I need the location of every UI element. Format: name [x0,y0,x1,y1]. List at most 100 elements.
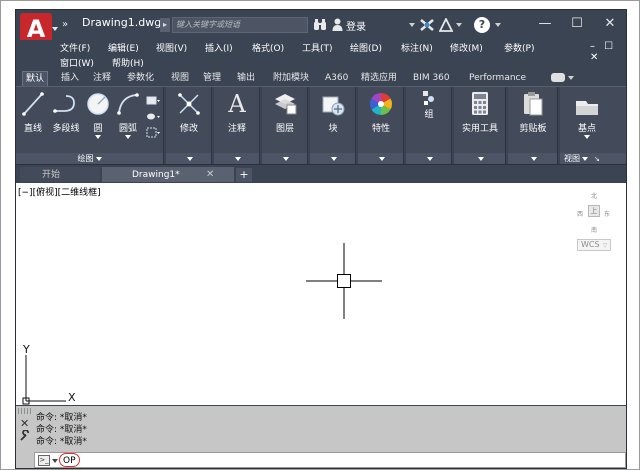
tab-annotate[interactable]: 注释 [90,71,114,86]
arc-tool[interactable]: 圆弧 [114,89,142,139]
user-icon[interactable] [332,18,343,31]
draw-panel: 直线 多段线 圆 圆弧 绘图 [16,87,164,165]
base-point-tool[interactable]: 基点 [568,89,606,139]
viewport-controls[interactable]: [−][俯视][二维线框] [18,185,101,198]
block-tool-label: 块 [328,124,338,134]
menu-window[interactable]: 窗口(W) [60,56,94,69]
clipboard-tool[interactable]: 剪贴板 [510,89,556,139]
chevron-down-icon[interactable] [495,23,501,27]
document-title: Drawing1.dwg [82,16,162,29]
tab-home[interactable]: 默认 [22,71,49,86]
help-icon[interactable]: ? [474,17,490,33]
chevron-down-icon[interactable] [568,76,574,80]
clipboard-panel: 剪贴板 [508,87,558,165]
viewcube-top[interactable]: 上 [588,205,600,217]
menu-dimension[interactable]: 标注(N) [401,41,433,54]
viewcube-east[interactable]: 东 [604,209,610,218]
menu-parametric[interactable]: 参数(P) [504,41,534,54]
polyline-icon [53,95,75,113]
hatch-tool[interactable] [146,107,160,120]
search-input[interactable]: 键入关键字或短语 [172,17,308,33]
layers-tool[interactable]: 图层 [266,89,304,139]
circle-tool[interactable]: 圆 [84,89,112,139]
dialog-launcher-icon[interactable]: ↘ [594,155,600,163]
tab-performance[interactable]: Performance [466,71,529,86]
chevron-down-icon [426,156,433,161]
menu-file[interactable]: 文件(F) [60,41,90,54]
menu-format[interactable]: 格式(O) [252,41,284,54]
search-expand-icon[interactable]: ▸ [160,18,170,32]
block-tool[interactable]: 块 [314,89,352,139]
title-bar: A » Drawing1.dwg ▸ 键入关键字或短语 登录 ? — ☐ ✕ [16,10,626,47]
menu-bar: 文件(F) 编辑(E) 视图(V) 插入(I) 格式(O) 工具(T) 绘图(D… [16,40,626,70]
tab-a360[interactable]: A360 [322,71,351,86]
group-tool[interactable]: 组 [410,89,448,139]
chevron-down-icon[interactable] [52,459,58,463]
login-link[interactable]: 登录 [346,18,366,33]
menu-insert[interactable]: 插入(I) [205,41,233,54]
tab-drawing1[interactable]: Drawing1* ✕ [102,167,234,183]
wrench-icon[interactable] [19,430,31,442]
binoculars-icon[interactable] [313,18,327,31]
menu-help[interactable]: 帮助(H) [112,56,144,69]
gradient-tool[interactable] [146,123,160,138]
minimize-button[interactable]: — [530,13,560,35]
annotation-panel: A 注释 [214,87,260,165]
menu-view[interactable]: 视图(V) [156,41,187,54]
file-tab-bar: 开始 Drawing1* ✕ + [16,164,626,183]
command-prompt-icon[interactable]: >_ [38,455,50,466]
ribbon-options-icon[interactable] [551,73,565,82]
tab-bim360[interactable]: BIM 360 [410,71,453,86]
document-window-controls[interactable]: – ☐ ✕ [590,41,626,63]
chevron-down-icon[interactable] [125,135,131,139]
drawing-canvas[interactable]: [−][俯视][二维线框] 北 西 上 东 南 WCS ▽ Y X [16,182,626,405]
line-tool[interactable]: 直线 [18,89,48,139]
hatch-icon [147,113,160,120]
tab-view[interactable]: 视图 [168,71,192,86]
chevron-down-icon[interactable] [456,23,462,27]
tab-manage[interactable]: 管理 [200,71,224,86]
chevron-down-icon[interactable] [584,135,590,139]
group-icon [423,91,434,105]
a360-icon[interactable] [439,18,453,32]
polyline-tool-label: 多段线 [52,124,80,134]
command-input[interactable]: >_ OP [34,452,626,468]
tab-output[interactable]: 输出 [234,71,258,86]
viewcube[interactable]: 北 西 上 东 南 WCS ▽ [564,189,624,259]
maximize-button[interactable]: ☐ [562,13,592,35]
wcs-menu-button[interactable]: WCS ▽ [577,239,611,251]
menu-tools[interactable]: 工具(T) [302,41,333,54]
viewcube-west[interactable]: 西 [577,209,583,218]
tab-addins[interactable]: 附加模块 [270,71,312,86]
draw-panel-title: 绘图 [77,154,94,163]
menu-modify[interactable]: 修改(M) [450,41,483,54]
viewcube-south[interactable]: 南 [591,225,597,234]
close-icon[interactable]: ✕ [206,167,214,183]
polyline-tool[interactable]: 多段线 [50,89,82,139]
close-button[interactable]: ✕ [595,13,625,35]
menu-draw[interactable]: 绘图(D) [350,41,382,54]
arc-icon [117,93,139,115]
rectangle-tool[interactable] [146,91,160,105]
circle-icon [87,93,109,115]
drag-handle[interactable] [18,408,32,414]
chevron-down-icon[interactable] [95,135,101,139]
new-tab-button[interactable]: + [236,168,252,182]
close-icon[interactable]: ✕ [20,417,29,430]
chevron-down-icon[interactable] [409,23,415,27]
tab-parametric[interactable]: 参数化 [124,71,157,86]
utilities-tool[interactable]: 实用工具 [456,89,504,139]
autodesk-exchange-icon[interactable] [420,18,434,32]
command-input-text: OP [59,453,80,467]
layers-panel: 图层 [262,87,308,165]
annotation-tool[interactable]: A 注释 [218,89,256,139]
ucs-icon: Y X [20,341,84,405]
tab-featured-apps[interactable]: 精选应用 [358,71,400,86]
menu-edit[interactable]: 编辑(E) [108,41,139,54]
properties-tool[interactable]: 特性 [362,89,400,139]
modify-tool[interactable]: 修改 [170,89,208,139]
tab-start[interactable]: 开始 [20,167,100,183]
quick-access-expand-icon[interactable]: » [58,18,72,32]
tab-insert[interactable]: 插入 [58,71,82,86]
viewcube-north[interactable]: 北 [591,191,597,200]
